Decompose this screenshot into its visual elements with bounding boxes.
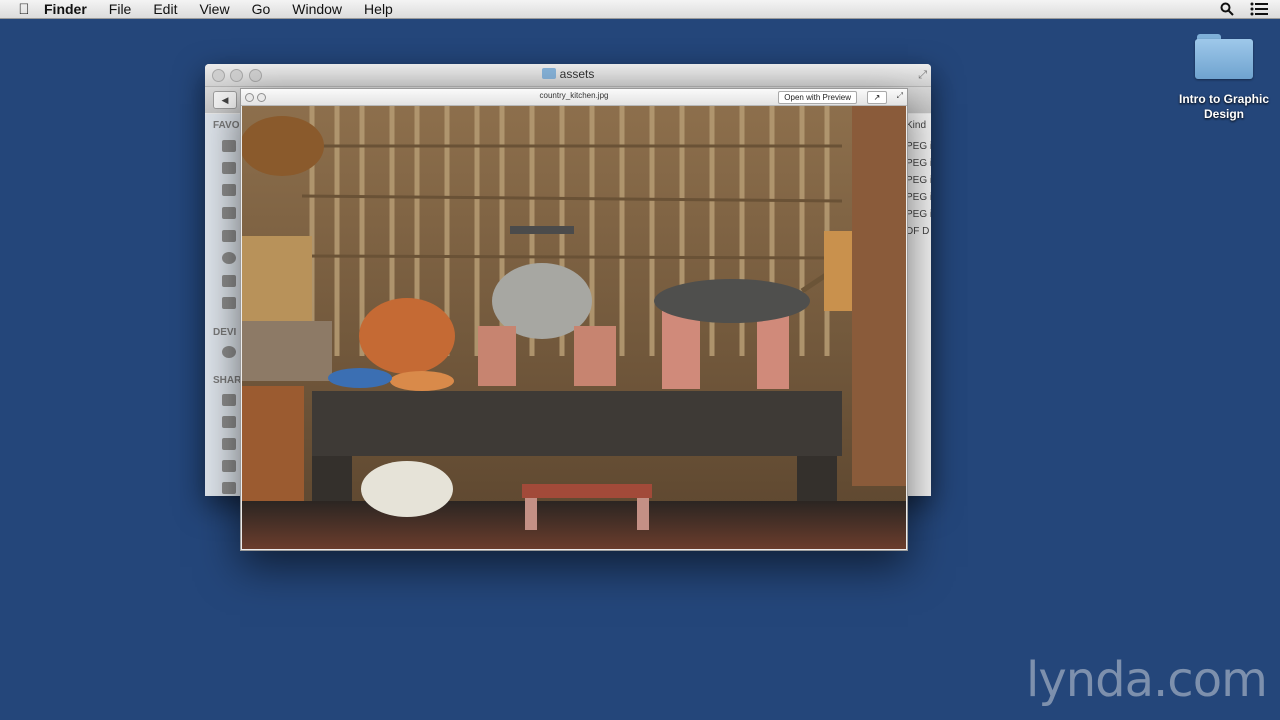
kind-cell: PEG i (906, 192, 931, 203)
all-files-icon[interactable] (222, 140, 236, 152)
pictures-icon[interactable] (222, 275, 236, 287)
movies-icon[interactable] (222, 297, 236, 309)
quicklook-title-bar[interactable]: country_kitchen.jpg Open with Preview ↗ … (241, 89, 907, 106)
shared-computer-icon[interactable] (222, 416, 236, 428)
sidebar-header-devices: DEVI (213, 327, 237, 338)
menu-bar:  Finder File Edit View Go Window Help (0, 0, 1280, 19)
desktop-icon[interactable] (222, 207, 236, 219)
kind-cell: PEG i (906, 158, 931, 169)
menu-window[interactable]: Window (292, 0, 342, 18)
menu-view[interactable]: View (199, 0, 229, 18)
lynda-watermark: lynda.com (1026, 652, 1268, 708)
menu-help[interactable]: Help (364, 0, 393, 18)
share-button[interactable]: ↗ (867, 91, 887, 104)
kind-cell: PEG i (906, 209, 931, 220)
desktop-folder-label: Intro to Graphic Design (1179, 92, 1269, 121)
folder-icon (541, 68, 556, 79)
kind-column: Kind PEG i PEG i PEG i PEG i PEG i DF D (905, 114, 931, 496)
notification-list-icon[interactable] (1250, 2, 1268, 16)
shared-computer-icon[interactable] (222, 438, 236, 450)
sidebar-header-favorites: FAVO (213, 120, 240, 131)
airdrop-icon[interactable] (222, 162, 236, 174)
spotlight-search-icon[interactable] (1220, 2, 1234, 16)
applications-icon[interactable] (222, 184, 236, 196)
share-icon: ↗ (873, 93, 881, 102)
fullscreen-icon[interactable]: ⤢ (897, 91, 903, 101)
kind-header[interactable]: Kind (906, 120, 926, 131)
desktop-folder[interactable]: Intro to Graphic Design (1170, 32, 1278, 122)
finder-sidebar: FAVO DEVI SHAR (205, 114, 241, 496)
shared-computer-icon[interactable] (222, 460, 236, 472)
shared-computer-icon[interactable] (222, 394, 236, 406)
finder-title-bar[interactable]: assets ⤢ (205, 64, 931, 87)
folder-icon (1195, 32, 1253, 79)
quicklook-window: country_kitchen.jpg Open with Preview ↗ … (240, 88, 908, 551)
open-with-preview-button[interactable]: Open with Preview (778, 91, 857, 104)
kind-cell: PEG i (906, 141, 931, 152)
kind-cell: DF D (906, 226, 930, 237)
apple-icon[interactable]:  (16, 1, 32, 18)
menu-file[interactable]: File (109, 0, 132, 18)
kitchen-photo (242, 106, 906, 549)
window-title: assets (205, 67, 931, 81)
menu-go[interactable]: Go (252, 0, 271, 18)
fullscreen-icon[interactable]: ⤢ (918, 69, 927, 82)
shared-computer-icon[interactable] (222, 482, 236, 494)
menu-edit[interactable]: Edit (153, 0, 177, 18)
kind-cell: PEG i (906, 175, 931, 186)
disk-icon[interactable] (222, 346, 236, 358)
sidebar-header-shared: SHAR (213, 375, 242, 386)
documents-icon[interactable] (222, 230, 236, 242)
back-button[interactable]: ◀ (213, 91, 237, 109)
downloads-icon[interactable] (222, 252, 236, 264)
menu-finder[interactable]: Finder (44, 0, 87, 18)
